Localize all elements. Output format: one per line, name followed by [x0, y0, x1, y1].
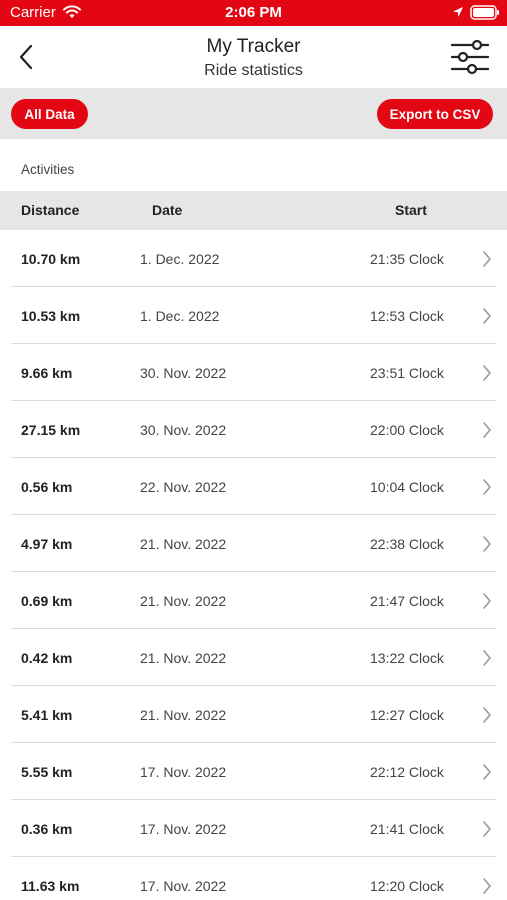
row-date: 21. Nov. 2022 — [140, 593, 227, 609]
row-start: 21:41 Clock — [370, 821, 444, 837]
row-start: 12:53 Clock — [370, 308, 444, 324]
chevron-right-icon — [483, 593, 491, 609]
row-distance: 27.15 km — [21, 422, 81, 438]
chevron-right-icon — [483, 707, 491, 723]
row-distance: 5.55 km — [21, 764, 73, 780]
page-title: My Tracker — [206, 36, 301, 57]
row-start: 12:27 Clock — [370, 707, 444, 723]
chevron-right-icon — [483, 650, 491, 666]
chevron-right-icon — [483, 308, 491, 324]
activity-row[interactable]: 0.36 km 17. Nov. 2022 21:41 Clock — [0, 800, 507, 857]
activity-row[interactable]: 4.97 km 21. Nov. 2022 22:38 Clock — [0, 515, 507, 572]
row-distance: 0.42 km — [21, 650, 73, 666]
activity-row[interactable]: 11.63 km 17. Nov. 2022 12:20 Clock — [0, 857, 507, 900]
row-date: 22. Nov. 2022 — [140, 479, 227, 495]
activity-row[interactable]: 0.42 km 21. Nov. 2022 13:22 Clock — [0, 629, 507, 686]
row-distance: 9.66 km — [21, 365, 73, 381]
column-header-start: Start — [395, 202, 427, 218]
row-date: 30. Nov. 2022 — [140, 365, 227, 381]
activity-row[interactable]: 9.66 km 30. Nov. 2022 23:51 Clock — [0, 344, 507, 401]
row-date: 17. Nov. 2022 — [140, 821, 227, 837]
column-header-date: Date — [152, 202, 183, 218]
chevron-right-icon — [483, 251, 491, 267]
row-date: 1. Dec. 2022 — [140, 308, 220, 324]
activity-row[interactable]: 0.69 km 21. Nov. 2022 21:47 Clock — [0, 572, 507, 629]
chevron-right-icon — [483, 821, 491, 837]
activity-row[interactable]: 0.56 km 22. Nov. 2022 10:04 Clock — [0, 458, 507, 515]
activity-row[interactable]: 10.70 km 1. Dec. 2022 21:35 Clock — [0, 230, 507, 287]
row-start: 23:51 Clock — [370, 365, 444, 381]
row-start: 21:35 Clock — [370, 251, 444, 267]
status-bar: Carrier 2:06 PM — [0, 0, 507, 26]
row-date: 17. Nov. 2022 — [140, 764, 227, 780]
chevron-right-icon — [483, 365, 491, 381]
export-csv-button[interactable]: Export to CSV — [377, 99, 493, 129]
activity-row[interactable]: 27.15 km 30. Nov. 2022 22:00 Clock — [0, 401, 507, 458]
chevron-right-icon — [483, 536, 491, 552]
sliders-icon[interactable] — [448, 37, 492, 77]
row-distance: 10.53 km — [21, 308, 81, 324]
section-label-activities: Activities — [21, 162, 75, 177]
row-distance: 0.56 km — [21, 479, 73, 495]
chevron-right-icon — [483, 479, 491, 495]
activity-row[interactable]: 5.41 km 21. Nov. 2022 12:27 Clock — [0, 686, 507, 743]
row-start: 21:47 Clock — [370, 593, 444, 609]
row-distance: 5.41 km — [21, 707, 73, 723]
row-date: 21. Nov. 2022 — [140, 650, 227, 666]
row-date: 1. Dec. 2022 — [140, 251, 220, 267]
row-start: 22:38 Clock — [370, 536, 444, 552]
chevron-right-icon — [483, 878, 491, 894]
row-start: 12:20 Clock — [370, 878, 444, 894]
row-start: 22:00 Clock — [370, 422, 444, 438]
row-distance: 4.97 km — [21, 536, 73, 552]
activity-row[interactable]: 5.55 km 17. Nov. 2022 22:12 Clock — [0, 743, 507, 800]
location-icon — [453, 7, 463, 17]
column-header-distance: Distance — [21, 202, 80, 218]
action-bar: All Data Export to CSV — [0, 88, 507, 139]
row-date: 21. Nov. 2022 — [140, 536, 227, 552]
activity-list: 10.70 km 1. Dec. 2022 21:35 Clock 10.53 … — [0, 230, 507, 900]
row-date: 17. Nov. 2022 — [140, 878, 227, 894]
page-subtitle: Ride statistics — [204, 62, 303, 79]
all-data-button[interactable]: All Data — [11, 99, 88, 129]
row-distance: 11.63 km — [21, 878, 80, 894]
row-distance: 0.69 km — [21, 593, 73, 609]
activity-row[interactable]: 10.53 km 1. Dec. 2022 12:53 Clock — [0, 287, 507, 344]
table-header: Distance Date Start — [0, 191, 507, 230]
row-date: 30. Nov. 2022 — [140, 422, 227, 438]
chevron-right-icon — [483, 422, 491, 438]
row-distance: 10.70 km — [21, 251, 81, 267]
chevron-right-icon — [483, 764, 491, 780]
row-start: 10:04 Clock — [370, 479, 444, 495]
row-start: 13:22 Clock — [370, 650, 444, 666]
row-start: 22:12 Clock — [370, 764, 444, 780]
status-time: 2:06 PM — [225, 4, 282, 21]
row-date: 21. Nov. 2022 — [140, 707, 227, 723]
row-distance: 0.36 km — [21, 821, 73, 837]
battery-icon — [470, 5, 499, 20]
navigation-bar: My Tracker Ride statistics — [0, 26, 507, 88]
